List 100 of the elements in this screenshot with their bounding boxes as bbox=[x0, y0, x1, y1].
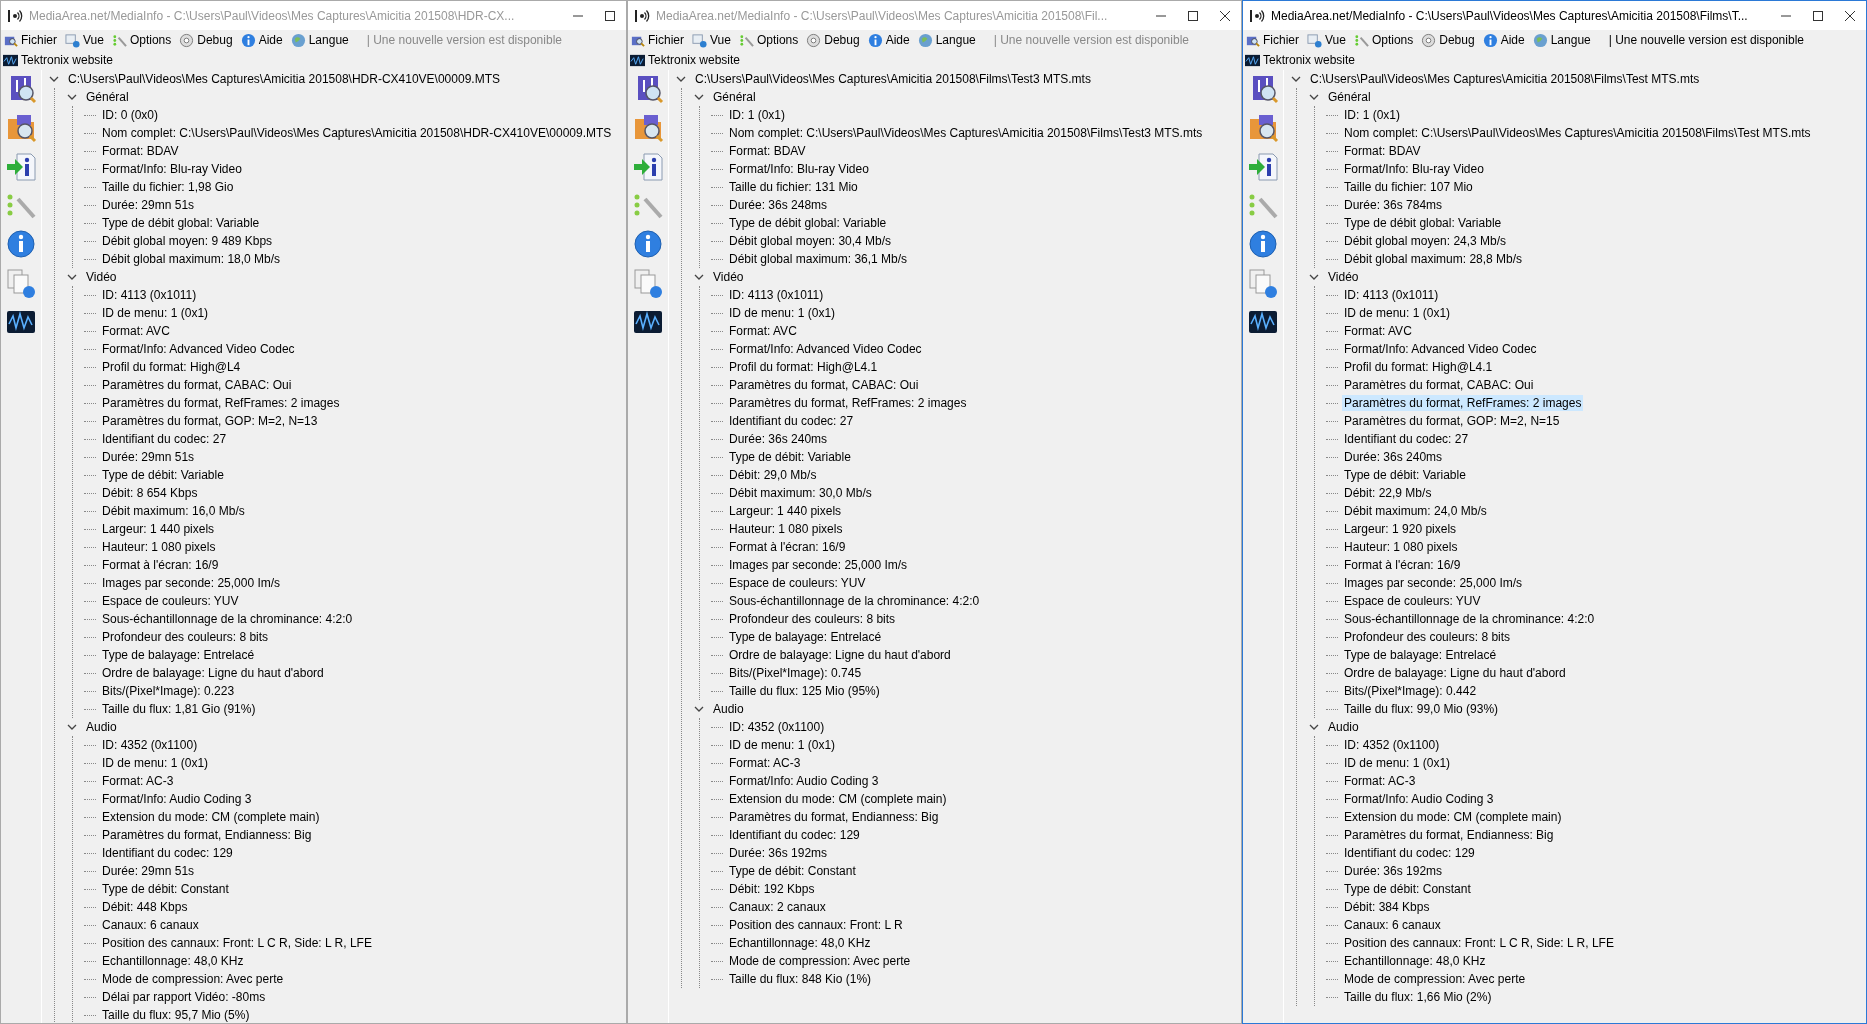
tree-item[interactable]: Mode de compression: Avec perte bbox=[1342, 971, 1528, 987]
tree-item[interactable]: Echantillonnage: 48,0 KHz bbox=[1342, 953, 1488, 969]
tree-item[interactable]: Largeur: 1 440 pixels bbox=[100, 521, 217, 537]
tree-item[interactable]: Format: AVC bbox=[727, 323, 799, 339]
tree-item[interactable]: Durée: 36s 248ms bbox=[727, 197, 830, 213]
tree-item[interactable]: Format: AC-3 bbox=[727, 755, 803, 771]
tree-item[interactable]: Images par seconde: 25,000 Im/s bbox=[100, 575, 283, 591]
tree-item[interactable]: Canaux: 6 canaux bbox=[1342, 917, 1443, 933]
tree-item[interactable]: Bits/(Pixel*Image): 0.442 bbox=[1342, 683, 1479, 699]
tree-item[interactable]: Format: BDAV bbox=[727, 143, 808, 159]
tree-item[interactable]: ID de menu: 1 (0x1) bbox=[1342, 305, 1453, 321]
tree-item[interactable]: Bits/(Pixel*Image): 0.745 bbox=[727, 665, 864, 681]
tree-item[interactable]: ID: 4352 (0x1100) bbox=[1342, 737, 1442, 753]
tree-item[interactable]: Nom complet: C:\Users\Paul\Videos\Mes Captures\Amicitia 201508\Films\Test MTS.mts bbox=[1342, 125, 1813, 141]
tree-item[interactable]: Mode de compression: Avec perte bbox=[727, 953, 913, 969]
tree-item[interactable]: ID: 4113 (0x1011) bbox=[727, 287, 826, 303]
tree-item[interactable]: Vidéo bbox=[711, 269, 746, 285]
tree-item[interactable]: Débit global moyen: 24,3 Mb/s bbox=[1342, 233, 1509, 249]
tree-item[interactable]: Débit: 448 Kbps bbox=[100, 899, 190, 915]
tree-item[interactable]: Format/Info: Advanced Video Codec bbox=[727, 341, 924, 357]
tree-item[interactable]: ID de menu: 1 (0x1) bbox=[727, 737, 838, 753]
arrow-info-button[interactable] bbox=[5, 150, 37, 182]
tree-item[interactable]: Taille du flux: 99,0 Mio (93%) bbox=[1342, 701, 1501, 717]
tree-item[interactable]: Identifiant du codec: 27 bbox=[1342, 431, 1471, 447]
tree-item[interactable]: ID de menu: 1 (0x1) bbox=[1342, 755, 1453, 771]
tree-item[interactable]: Type de débit: Constant bbox=[100, 881, 231, 897]
tree-item[interactable]: Taille du flux: 1,66 Mio (2%) bbox=[1342, 989, 1494, 1005]
tree-item[interactable]: Durée: 29mn 51s bbox=[100, 449, 197, 465]
tree-item[interactable]: ID: 4113 (0x1011) bbox=[100, 287, 199, 303]
tree-item[interactable]: Largeur: 1 920 pixels bbox=[1342, 521, 1459, 537]
tree-item[interactable]: Vidéo bbox=[1326, 269, 1361, 285]
tree-item[interactable]: Durée: 36s 240ms bbox=[1342, 449, 1445, 465]
tree-item[interactable]: Espace de couleurs: YUV bbox=[100, 593, 241, 609]
tree-item[interactable]: Echantillonnage: 48,0 KHz bbox=[100, 953, 246, 969]
tree-item[interactable]: Audio bbox=[84, 719, 119, 735]
tree-item[interactable]: Paramètres du format, RefFrames: 2 images bbox=[727, 395, 969, 411]
website-link[interactable]: Tektronix website bbox=[1245, 52, 1356, 68]
tree-item[interactable]: Bits/(Pixel*Image): 0.223 bbox=[100, 683, 237, 699]
tree-item[interactable]: Identifiant du codec: 27 bbox=[727, 413, 856, 429]
tree-item[interactable]: Durée: 36s 192ms bbox=[1342, 863, 1445, 879]
tree-item[interactable]: Débit: 384 Kbps bbox=[1342, 899, 1432, 915]
tree-item[interactable]: Format/Info: Blu-ray Video bbox=[727, 161, 871, 177]
tree-item[interactable]: Nom complet: C:\Users\Paul\Videos\Mes Captures\Amicitia 201508\Films\Test3 MTS.mts bbox=[727, 125, 1205, 141]
tree-item[interactable]: Paramètres du format, CABAC: Oui bbox=[100, 377, 294, 393]
tree-item[interactable]: Débit global moyen: 9 489 Kbps bbox=[100, 233, 275, 249]
tree-item[interactable]: Position des cannaux: Front: L R bbox=[727, 917, 905, 933]
tree-item[interactable]: Type de débit: Constant bbox=[727, 863, 858, 879]
menu-item[interactable]: Aide bbox=[867, 32, 910, 48]
tree-item[interactable]: Type de débit: Variable bbox=[727, 449, 853, 465]
menu-item[interactable]: Options bbox=[738, 32, 799, 48]
menu-item[interactable]: Options bbox=[1353, 32, 1414, 48]
tree-item[interactable]: Débit global maximum: 28,8 Mb/s bbox=[1342, 251, 1525, 267]
tree-item[interactable]: Général bbox=[84, 89, 131, 105]
tree-item[interactable]: Paramètres du format, Endianness: Big bbox=[727, 809, 941, 825]
tree-item[interactable]: Format: AVC bbox=[1342, 323, 1414, 339]
menu-item[interactable]: Vue bbox=[692, 32, 731, 48]
menu-item[interactable]: Debug bbox=[1421, 32, 1475, 48]
menu-item[interactable]: Aide bbox=[240, 32, 283, 48]
tree-item[interactable]: Position des cannaux: Front: L C R, Side: L R, LFE bbox=[1342, 935, 1616, 951]
tree-item[interactable]: Paramètres du format, GOP: M=2, N=15 bbox=[1342, 413, 1562, 429]
tree-item[interactable]: Profil du format: High@L4.1 bbox=[1342, 359, 1495, 375]
tree-item[interactable]: Canaux: 6 canaux bbox=[100, 917, 201, 933]
tree-item[interactable]: Paramètres du format, GOP: M=2, N=13 bbox=[100, 413, 320, 429]
documents-globe-button[interactable] bbox=[632, 267, 664, 299]
tree-item[interactable]: Type de débit global: Variable bbox=[100, 215, 262, 231]
tree-item[interactable]: Canaux: 2 canaux bbox=[727, 899, 828, 915]
tree-item[interactable]: ID: 4352 (0x1100) bbox=[727, 719, 827, 735]
tree-item[interactable]: Profondeur des couleurs: 8 bits bbox=[100, 629, 271, 645]
tree-item[interactable]: Hauteur: 1 080 pixels bbox=[100, 539, 218, 555]
tree-item[interactable]: Paramètres du format, CABAC: Oui bbox=[1342, 377, 1536, 393]
website-link[interactable]: Tektronix website bbox=[3, 52, 114, 68]
menu-item[interactable]: Debug bbox=[806, 32, 860, 48]
tree-item[interactable]: Profondeur des couleurs: 8 bits bbox=[1342, 629, 1513, 645]
tree-item[interactable]: Extension du mode: CM (complete main) bbox=[1342, 809, 1564, 825]
tree-item[interactable]: Type de balayage: Entrelacé bbox=[100, 647, 257, 663]
tree-item[interactable]: Format: AVC bbox=[100, 323, 172, 339]
tree-item[interactable]: Format: AC-3 bbox=[1342, 773, 1418, 789]
tree-item[interactable]: Taille du fichier: 107 Mio bbox=[1342, 179, 1475, 195]
tree-item[interactable]: Type de débit global: Variable bbox=[727, 215, 889, 231]
tree-item[interactable]: Taille du flux: 1,81 Gio (91%) bbox=[100, 701, 258, 717]
menu-item[interactable]: Fichier bbox=[630, 32, 684, 48]
tree-item[interactable]: Extension du mode: CM (complete main) bbox=[727, 791, 949, 807]
tree-item[interactable]: Profil du format: High@L4 bbox=[100, 359, 243, 375]
tree-item[interactable]: Type de balayage: Entrelacé bbox=[727, 629, 884, 645]
tree-item[interactable]: Sous-échantillonnage de la chrominance: 4:2:0 bbox=[1342, 611, 1597, 627]
tree-item[interactable]: Identifiant du codec: 27 bbox=[100, 431, 229, 447]
tree-item[interactable]: Format à l'écran: 16/9 bbox=[727, 539, 848, 555]
tree-item[interactable]: Paramètres du format, CABAC: Oui bbox=[727, 377, 921, 393]
tree-item[interactable]: ID: 4352 (0x1100) bbox=[100, 737, 200, 753]
tree-item[interactable]: Durée: 36s 192ms bbox=[727, 845, 830, 861]
tree-item[interactable]: Format à l'écran: 16/9 bbox=[100, 557, 221, 573]
tree-item[interactable]: Paramètres du format, RefFrames: 2 images bbox=[1342, 395, 1584, 411]
tree-item[interactable]: Audio bbox=[711, 701, 746, 717]
info-button[interactable] bbox=[5, 228, 37, 260]
tree-item[interactable]: Identifiant du codec: 129 bbox=[1342, 845, 1477, 861]
tree-item[interactable]: Format: BDAV bbox=[100, 143, 181, 159]
tree-item[interactable]: Taille du flux: 125 Mio (95%) bbox=[727, 683, 882, 699]
tree-item[interactable]: Sous-échantillonnage de la chrominance: 4:2:0 bbox=[727, 593, 982, 609]
tree-item[interactable]: Profondeur des couleurs: 8 bits bbox=[727, 611, 898, 627]
tree-item[interactable]: Mode de compression: Avec perte bbox=[100, 971, 286, 987]
